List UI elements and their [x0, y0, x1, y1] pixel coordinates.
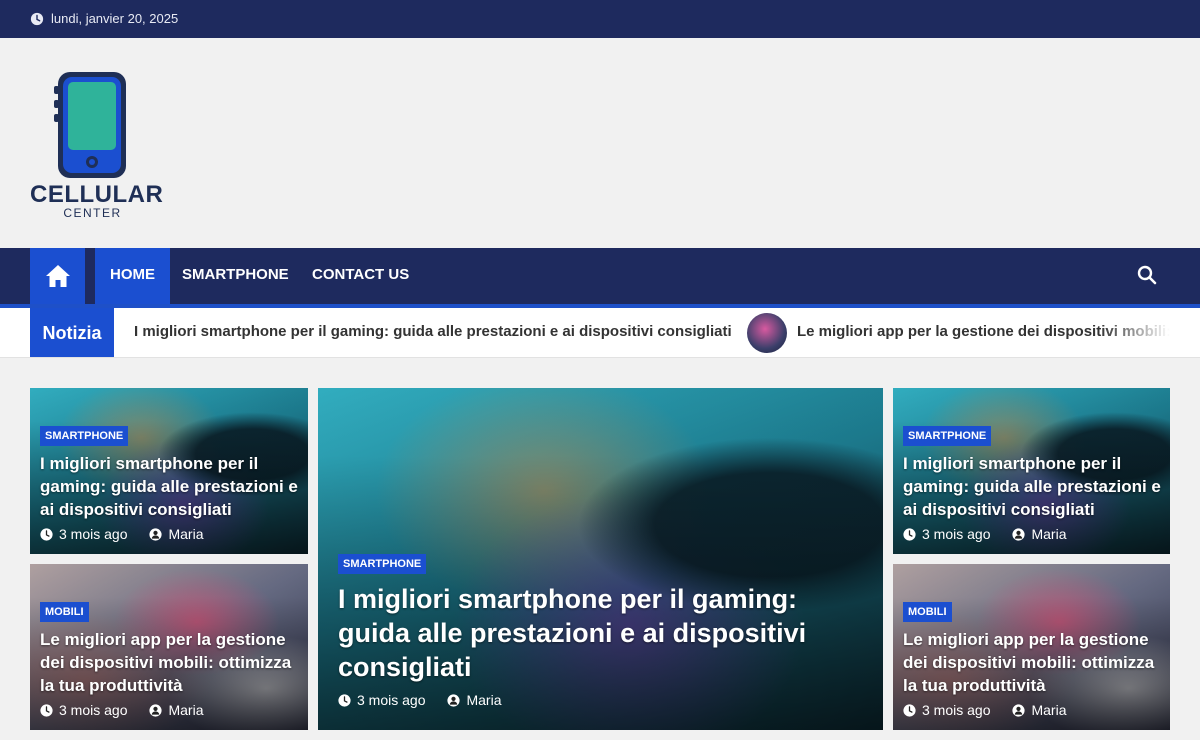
search-icon[interactable]: [1137, 265, 1157, 285]
post-author[interactable]: Maria: [466, 692, 501, 708]
post-date[interactable]: 3 mois ago: [922, 702, 990, 718]
post-meta: 3 mois ago Maria: [40, 702, 300, 718]
post-card[interactable]: MOBILI Le migliori app per la gestione d…: [30, 564, 308, 730]
user-icon: [447, 693, 461, 707]
current-date: lundi, janvier 20, 2025: [30, 11, 178, 26]
featured-post-title[interactable]: I migliori smartphone per il gaming: gui…: [338, 582, 863, 684]
post-card[interactable]: MOBILI Le migliori app per la gestione d…: [893, 564, 1170, 730]
post-date[interactable]: 3 mois ago: [922, 526, 990, 542]
news-ticker: Notizia I migliori smartphone per il gam…: [0, 308, 1200, 358]
home-button[interactable]: [30, 248, 85, 304]
main-navigation: HOME SMARTPHONE CONTACT US: [0, 248, 1200, 304]
category-badge[interactable]: MOBILI: [40, 602, 89, 622]
post-meta: 3 mois ago Maria: [903, 526, 1162, 542]
post-meta: 3 mois ago Maria: [40, 526, 300, 542]
post-title[interactable]: Le migliori app per la gestione dei disp…: [40, 628, 300, 697]
post-date[interactable]: 3 mois ago: [59, 526, 127, 542]
brand-name: CELLULAR: [30, 181, 164, 208]
ticker-item[interactable]: I migliori smartphone per il gaming: gui…: [134, 323, 732, 340]
home-icon: [45, 265, 70, 287]
clock-icon: [30, 12, 44, 25]
nav-contact-us[interactable]: CONTACT US: [297, 248, 424, 304]
category-badge[interactable]: SMARTPHONE: [40, 426, 129, 446]
category-badge[interactable]: SMARTPHONE: [903, 426, 992, 446]
post-title[interactable]: I migliori smartphone per il gaming: gui…: [40, 452, 300, 521]
date-text: lundi, janvier 20, 2025: [51, 11, 179, 26]
nav-home[interactable]: HOME: [95, 248, 170, 304]
featured-post-card[interactable]: SMARTPHONE I migliori smartphone per il …: [318, 388, 883, 730]
user-icon: [149, 703, 163, 717]
site-logo[interactable]: CELLULAR CENTER: [30, 68, 164, 223]
post-date[interactable]: 3 mois ago: [59, 702, 127, 718]
clock-icon: [338, 693, 351, 707]
clock-icon: [40, 703, 53, 717]
ticker-label: Notizia: [30, 308, 114, 357]
user-icon: [149, 527, 163, 541]
post-meta: 3 mois ago Maria: [338, 692, 863, 708]
post-title[interactable]: I migliori smartphone per il gaming: gui…: [903, 452, 1162, 521]
post-author[interactable]: Maria: [168, 702, 203, 718]
user-icon: [1012, 527, 1026, 541]
post-meta: 3 mois ago Maria: [903, 702, 1162, 718]
post-author[interactable]: Maria: [168, 526, 203, 542]
user-icon: [1012, 703, 1026, 717]
post-author[interactable]: Maria: [1031, 702, 1066, 718]
post-date[interactable]: 3 mois ago: [357, 692, 425, 708]
category-badge[interactable]: MOBILI: [903, 602, 952, 622]
ticker-fade: [1100, 308, 1200, 357]
brand-subtitle: CENTER: [63, 206, 122, 220]
phone-logo-icon: [54, 72, 126, 178]
post-card[interactable]: SMARTPHONE I migliori smartphone per il …: [893, 388, 1170, 554]
post-title[interactable]: Le migliori app per la gestione dei disp…: [903, 628, 1162, 697]
post-author[interactable]: Maria: [1031, 526, 1066, 542]
clock-icon: [903, 527, 916, 541]
ticker-thumbnail[interactable]: [747, 313, 787, 353]
clock-icon: [903, 703, 916, 717]
clock-icon: [40, 527, 53, 541]
top-bar: lundi, janvier 20, 2025: [0, 0, 1200, 38]
nav-smartphone[interactable]: SMARTPHONE: [167, 248, 304, 304]
post-card[interactable]: SMARTPHONE I migliori smartphone per il …: [30, 388, 308, 554]
category-badge[interactable]: SMARTPHONE: [338, 554, 427, 574]
